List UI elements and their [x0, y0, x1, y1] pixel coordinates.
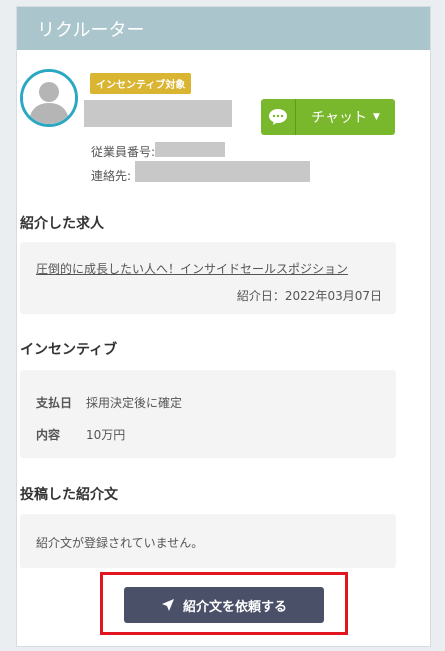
line-chat-icon	[261, 99, 296, 135]
payment-date-value: 採用決定後に確定	[86, 396, 183, 410]
request-intro-label: 紹介文を依頼する	[182, 599, 287, 615]
job-link[interactable]: 圧倒的に成長したい人へ！インサイドセールスポジション	[36, 260, 348, 277]
employee-number-label: 従業員番号:	[91, 145, 156, 159]
user-placeholder-icon	[23, 72, 75, 124]
request-intro-button[interactable]: 紹介文を依頼する	[124, 587, 324, 623]
posted-intro-box: 紹介文が登録されていません。	[20, 514, 396, 568]
incentive-badge: インセンティブ対象	[90, 73, 192, 94]
avatar	[20, 69, 78, 127]
intro-date: 紹介日：2022年03月07日	[236, 289, 382, 303]
referred-job-box: 圧倒的に成長したい人へ！インサイドセールスポジション 紹介日：2022年03月0…	[20, 242, 396, 314]
chat-button[interactable]: チャット ▼	[261, 99, 395, 135]
posted-intro-title: 投稿した紹介文	[20, 487, 118, 503]
chat-button-label: チャット	[311, 110, 367, 126]
employee-number-redacted	[155, 142, 225, 157]
name-redacted	[84, 100, 232, 127]
content-value: 10万円	[86, 428, 126, 442]
send-icon	[161, 599, 174, 611]
incentive-title: インセンティブ	[20, 342, 118, 358]
card-title: リクルーター	[37, 19, 145, 41]
contact-redacted	[135, 161, 310, 182]
card-header: リクルーター	[17, 7, 430, 50]
referred-job-title: 紹介した求人	[20, 216, 104, 232]
chevron-down-icon: ▼	[372, 112, 380, 122]
empty-intro-message: 紹介文が登録されていません。	[36, 536, 204, 550]
content-label: 内容	[36, 428, 61, 442]
contact-label: 連絡先:	[91, 169, 132, 183]
incentive-box: 支払日 採用決定後に確定 内容 10万円	[20, 370, 396, 458]
payment-date-label: 支払日	[36, 396, 73, 410]
